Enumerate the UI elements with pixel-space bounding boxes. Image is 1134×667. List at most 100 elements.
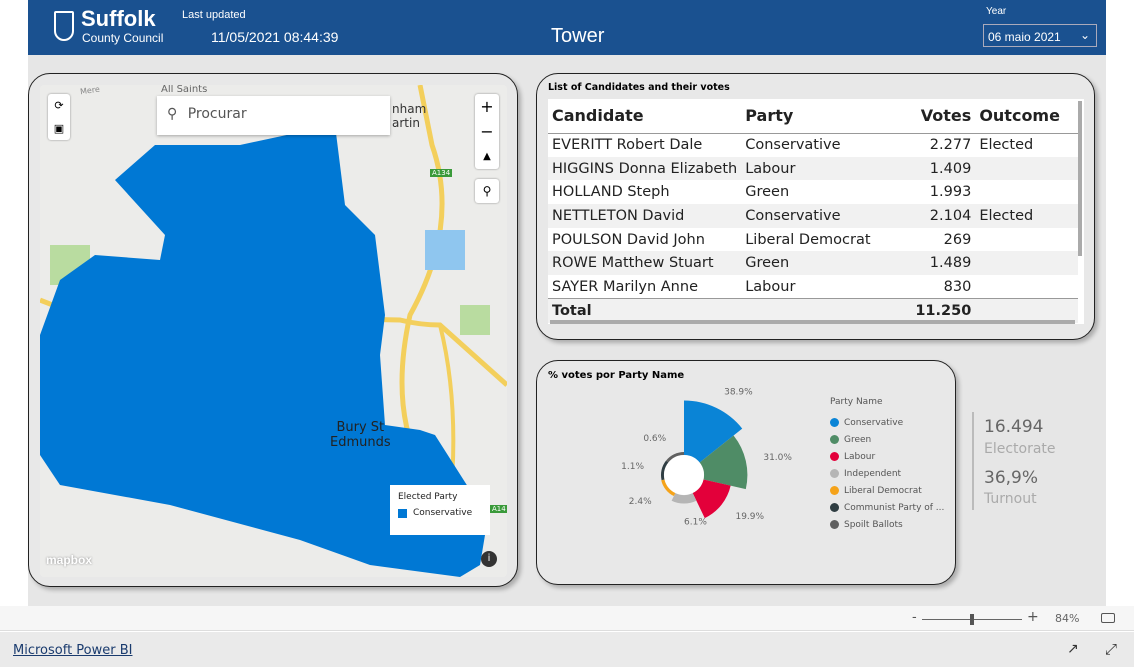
legend-item[interactable]: Liberal Democrat: [830, 482, 944, 499]
search-icon: ⚲: [167, 106, 178, 122]
map-label-nham-artin: nham artin: [392, 102, 427, 130]
last-updated-value: 11/05/2021 08:44:39: [211, 29, 339, 45]
map-legend-item: Conservative: [413, 508, 473, 518]
outcome-cell: Elected: [975, 204, 1078, 228]
table-row[interactable]: NETTLETON David Conservative 2.104 Elected: [548, 204, 1078, 228]
party-cell: Green: [741, 180, 902, 205]
building-area: [425, 230, 465, 270]
data-label: 19.9%: [735, 512, 764, 522]
map-selection-tools: ⟳ ▣: [48, 94, 70, 140]
party-cell: Conservative: [741, 133, 902, 157]
party-cell: Labour: [741, 275, 902, 299]
map-view[interactable]: All Saints Mere nham artin Bury St Edmun…: [40, 85, 507, 577]
legend-dot: [830, 503, 839, 512]
zoom-in-button[interactable]: +: [1027, 609, 1039, 625]
map-search-input[interactable]: ⚲ Procurar: [157, 96, 390, 135]
legend-item[interactable]: Spoilt Ballots: [830, 516, 944, 533]
chevron-down-icon: ⌄: [1079, 28, 1090, 42]
year-dropdown[interactable]: 06 maio 2021 ⌄: [983, 24, 1097, 47]
chart-center-hole: [664, 455, 704, 495]
kpi-divider: [972, 412, 974, 510]
candidate-cell: NETTLETON David: [548, 204, 742, 228]
candidates-table: Candidate Party Votes Outcome EVERITT Rober…: [548, 99, 1084, 324]
legend-item[interactable]: Conservative: [830, 414, 944, 431]
zoom-in-icon[interactable]: +: [475, 94, 499, 119]
data-label: 38.9%: [724, 388, 753, 398]
year-label: Year: [986, 6, 1007, 17]
road-a134: [399, 85, 445, 467]
table-row[interactable]: POULSON David John Liberal Democrat 269: [548, 227, 1078, 252]
candidate-cell: SAYER Marilyn Anne: [548, 275, 742, 299]
party-cell: Conservative: [741, 204, 902, 228]
legend-dot: [830, 520, 839, 529]
candidates-table-card: List of Candidates and their votes Candi…: [536, 73, 1095, 340]
report-header: Suffolk County Council Last updated 11/0…: [28, 0, 1106, 55]
share-icon[interactable]: ↗: [1067, 641, 1079, 657]
outcome-cell: [975, 275, 1078, 299]
map-zoom-controls: + − ▲: [475, 94, 499, 169]
rose-chart: 38.9% 31.0% 19.9% 6.1% 2.4% 1.1% 0.6%: [621, 388, 792, 528]
table-row[interactable]: HIGGINS Donna Elizabeth Labour 1.409: [548, 156, 1078, 181]
col-party[interactable]: Party: [741, 99, 902, 134]
col-votes[interactable]: Votes: [901, 99, 976, 134]
legend-item[interactable]: Green: [830, 431, 944, 448]
electorate-value: 16.494: [984, 417, 1044, 437]
col-outcome[interactable]: Outcome: [975, 99, 1078, 134]
horizontal-scrollbar[interactable]: [550, 320, 1075, 324]
candidate-cell: HIGGINS Donna Elizabeth: [548, 156, 742, 181]
zoom-bar: - + 84%: [0, 606, 1134, 631]
park-area: [460, 305, 490, 335]
road-label-a14: A14: [490, 505, 507, 513]
votes-cell: 269: [901, 227, 976, 252]
mapbox-logo[interactable]: mapbox: [46, 553, 92, 567]
table-row[interactable]: ROWE Matthew Stuart Green 1.489: [548, 251, 1078, 276]
table-title: List of Candidates and their votes: [548, 82, 730, 93]
party-cell: Labour: [741, 156, 902, 181]
zoom-to-data-icon[interactable]: ⚲: [475, 179, 499, 203]
zoom-out-icon[interactable]: −: [475, 119, 499, 144]
info-icon[interactable]: i: [481, 551, 497, 567]
votes-cell: 830: [901, 275, 976, 299]
data-label: 0.6%: [643, 434, 666, 444]
legend-item[interactable]: Labour: [830, 448, 944, 465]
vertical-scrollbar[interactable]: [1078, 101, 1082, 256]
last-updated-label: Last updated: [182, 9, 246, 21]
legend-dot: [830, 418, 839, 427]
table-row[interactable]: EVERITT Robert Dale Conservative 2.277 Elec…: [548, 133, 1078, 157]
votes-cell: 2.104: [901, 204, 976, 228]
legend-title: Party Name: [830, 396, 883, 407]
table-row[interactable]: SAYER Marilyn Anne Labour 830: [548, 275, 1078, 299]
outcome-cell: [975, 180, 1078, 205]
rect-select-icon[interactable]: ▣: [48, 117, 70, 140]
legend-dot: [830, 486, 839, 495]
legend-item[interactable]: Independent: [830, 465, 944, 482]
legend-label: Communist Party of ...: [844, 502, 945, 513]
zoom-out-button[interactable]: -: [912, 610, 917, 625]
legend-item[interactable]: Communist Party of ...: [830, 499, 944, 516]
data-label: 1.1%: [621, 462, 644, 472]
col-candidate[interactable]: Candidate: [548, 99, 742, 134]
year-value: 06 maio 2021: [988, 30, 1061, 44]
votes-cell: 1.409: [901, 156, 976, 181]
road-label-a134: A134: [430, 169, 453, 177]
logo-title: Suffolk: [81, 6, 156, 31]
candidate-cell: POULSON David John: [548, 227, 742, 252]
logo-subtitle: County Council: [82, 31, 164, 45]
total-votes: 11.250: [901, 298, 976, 323]
fit-to-page-icon[interactable]: [1101, 613, 1115, 623]
zoom-slider-thumb[interactable]: [970, 614, 974, 625]
legend-swatch: [398, 508, 407, 518]
compass-icon[interactable]: ▲: [475, 144, 499, 169]
fullscreen-icon[interactable]: ⤢: [1105, 640, 1117, 658]
candidate-cell: ROWE Matthew Stuart: [548, 251, 742, 276]
electorate-label: Electorate: [984, 441, 1056, 457]
table-row[interactable]: HOLLAND Steph Green 1.993: [548, 180, 1078, 205]
total-row: Total 11.250: [548, 298, 1078, 323]
zoom-level: 84%: [1055, 612, 1080, 625]
legend-label: Labour: [844, 451, 876, 462]
votes-cell: 2.277: [901, 133, 976, 157]
data-label: 2.4%: [629, 497, 652, 507]
lasso-select-icon[interactable]: ⟳: [48, 94, 70, 117]
votes-cell: 1.489: [901, 251, 976, 276]
power-bi-link[interactable]: Microsoft Power BI: [13, 643, 132, 658]
